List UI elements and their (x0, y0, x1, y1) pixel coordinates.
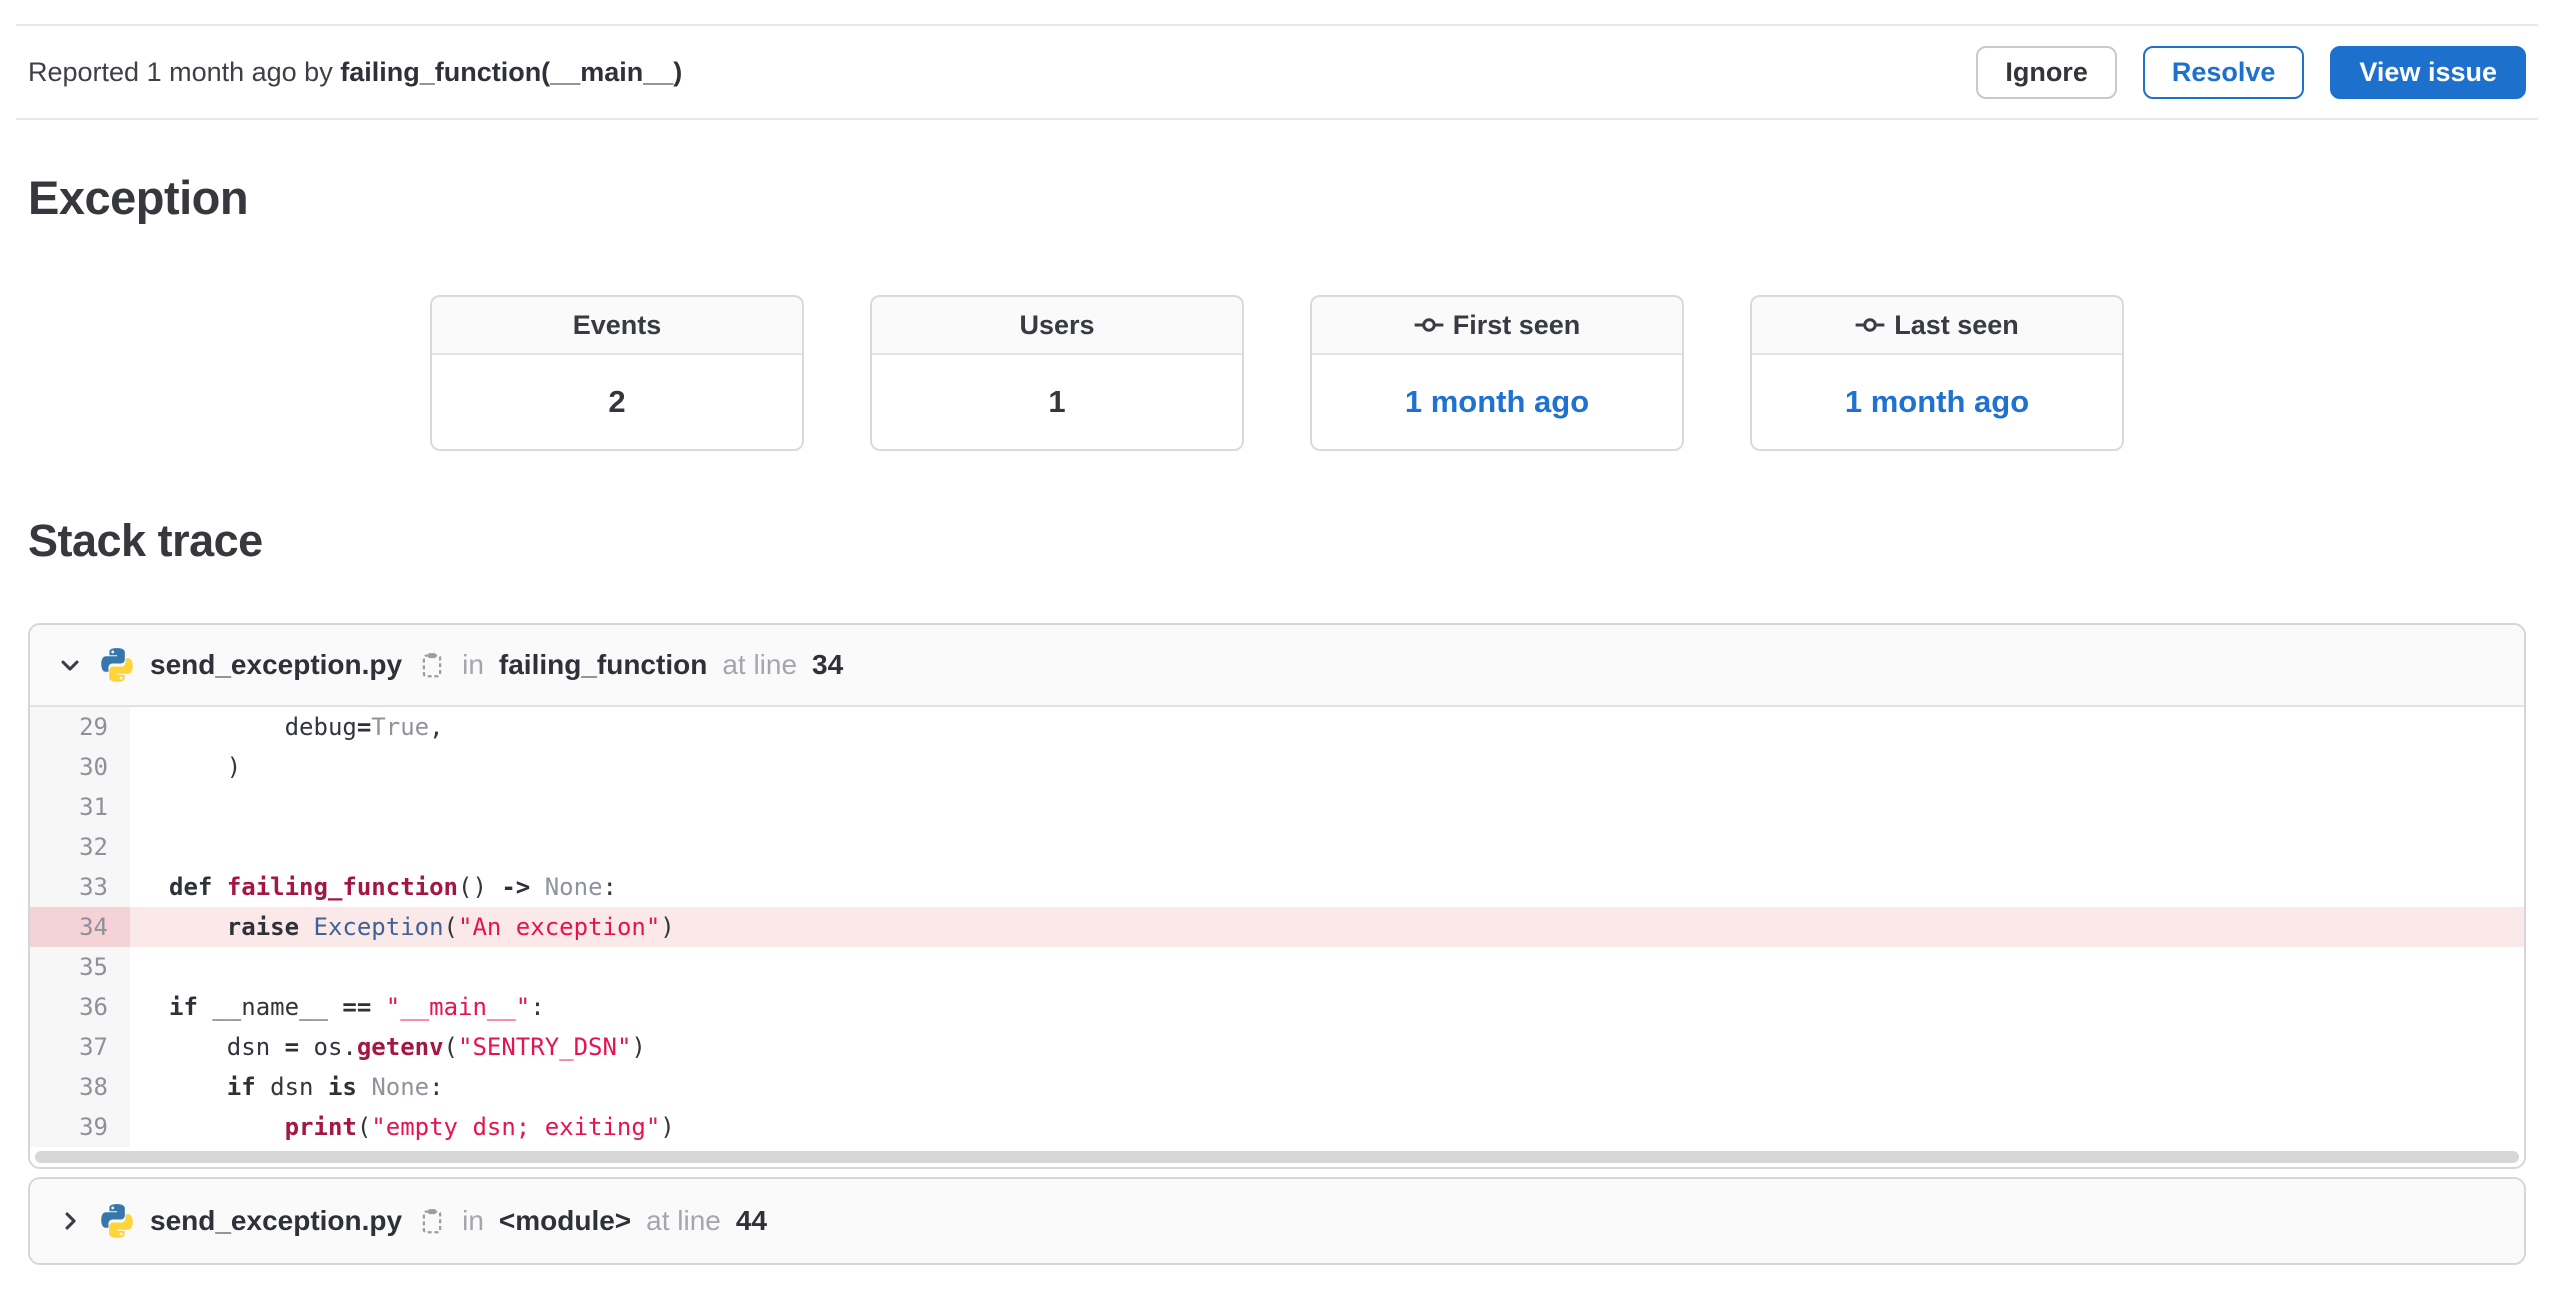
users-card-header: Users (872, 297, 1242, 355)
resolve-button[interactable]: Resolve (2142, 45, 2305, 99)
events-card-header: Events (432, 297, 802, 355)
chevron-right-icon[interactable] (56, 1207, 84, 1235)
code-line: 29 debug=True, (30, 707, 2524, 747)
commit-icon (1414, 310, 1444, 340)
code-line: 39 print("empty dsn; exiting") (30, 1107, 2524, 1147)
frame-function: failing_function (498, 649, 708, 680)
line-number: 35 (30, 947, 130, 987)
first-seen-card: First seen 1 month ago (1310, 295, 1684, 451)
line-number: 37 (30, 1027, 130, 1067)
code-text: if __name__ == "__main__": (169, 993, 545, 1021)
line-number: 30 (30, 747, 130, 787)
code-line: 32 (30, 827, 2524, 867)
code-line: 36 if __name__ == "__main__": (30, 987, 2524, 1027)
report-header-bar: Reported 1 month ago by failing_function… (16, 24, 2538, 120)
copy-icon[interactable] (417, 650, 447, 680)
frame-function: <module> (498, 1205, 632, 1236)
reported-prefix: Reported 1 month ago by (28, 56, 341, 87)
last-seen-card: Last seen 1 month ago (1750, 295, 2124, 451)
stack-trace-heading: Stack trace (28, 515, 263, 566)
stack-frame-collapsed: send_exception.py in <module> at line 44 (28, 1177, 2526, 1265)
code-text: ) (169, 753, 242, 781)
reported-summary: Reported 1 month ago by failing_function… (28, 57, 682, 88)
last-seen-link[interactable]: 1 month ago (1752, 355, 2122, 449)
frame-filename: send_exception.py (150, 649, 403, 680)
first-seen-label: First seen (1452, 309, 1581, 340)
frame-header-row[interactable]: send_exception.py in <module> at line 44 (30, 1179, 2524, 1263)
code-text: if dsn is None: (226, 1073, 444, 1101)
frame-atline-label: at line (722, 649, 798, 680)
frame-line-number: 44 (735, 1205, 768, 1236)
frame-atline-label: at line (646, 1205, 721, 1236)
code-line: 37 dsn = os.getenv("SENTRY_DSN") (30, 1027, 2524, 1067)
users-label: Users (1019, 309, 1095, 340)
code-text: print("empty dsn; exiting") (284, 1113, 675, 1141)
code-text: def failing_function() -> None: (169, 873, 617, 901)
code-text: raise Exception("An exception") (226, 913, 675, 941)
users-card: Users 1 (870, 295, 1244, 451)
frame-header-row[interactable]: send_exception.py in failing_function at… (30, 625, 2524, 707)
stack-frame-expanded: send_exception.py in failing_function at… (28, 623, 2526, 1169)
frame-line-number: 34 (812, 649, 844, 680)
python-icon (99, 647, 135, 683)
code-line: 34 raise Exception("An exception") (30, 907, 2524, 947)
view-issue-button[interactable]: View issue (2330, 45, 2526, 99)
line-number: 32 (30, 827, 130, 867)
line-number: 31 (30, 787, 130, 827)
code-lines: 29 debug=True, 30 ) 31 32 33 def failing_func… (30, 707, 2524, 1147)
last-seen-label: Last seen (1894, 309, 2019, 340)
python-icon (99, 1203, 135, 1239)
code-text: debug=True, (169, 713, 444, 741)
code-line: 31 (30, 787, 2524, 827)
code-line: 38 if dsn is None: (30, 1067, 2524, 1107)
events-value: 2 (608, 384, 626, 419)
first-seen-link[interactable]: 1 month ago (1312, 355, 1682, 449)
frame-in-label: in (462, 1205, 484, 1236)
last-seen-card-header: Last seen (1752, 297, 2122, 355)
frame-in-label: in (462, 649, 484, 680)
line-number: 38 (30, 1067, 130, 1107)
exception-heading: Exception (28, 171, 249, 224)
ignore-button[interactable]: Ignore (1976, 45, 2117, 99)
reported-actor: failing_function(__main__) (340, 56, 683, 87)
first-seen-card-header: First seen (1312, 297, 1682, 355)
line-number: 36 (30, 987, 130, 1027)
frame-filename: send_exception.py (150, 1205, 403, 1236)
events-label: Events (572, 309, 662, 340)
users-value: 1 (1048, 384, 1066, 419)
line-number: 33 (30, 867, 130, 907)
copy-icon[interactable] (417, 1206, 447, 1236)
line-number: 39 (30, 1107, 130, 1147)
events-card: Events 2 (430, 295, 804, 451)
header-actions: Ignore Resolve View issue (1976, 45, 2526, 99)
horizontal-scrollbar[interactable] (35, 1151, 2519, 1163)
code-text: dsn = os.getenv("SENTRY_DSN") (169, 1033, 646, 1061)
line-number: 34 (30, 907, 130, 947)
line-number: 29 (30, 707, 130, 747)
stats-row: Events 2 Users 1 First seen 1 month ago (0, 295, 2554, 451)
chevron-down-icon[interactable] (56, 651, 84, 679)
code-line: 35 (30, 947, 2524, 987)
commit-icon (1855, 310, 1885, 340)
code-line: 30 ) (30, 747, 2524, 787)
code-viewer: 29 debug=True, 30 ) 31 32 33 def failing_func… (30, 707, 2524, 1167)
code-line: 33 def failing_function() -> None: (30, 867, 2524, 907)
